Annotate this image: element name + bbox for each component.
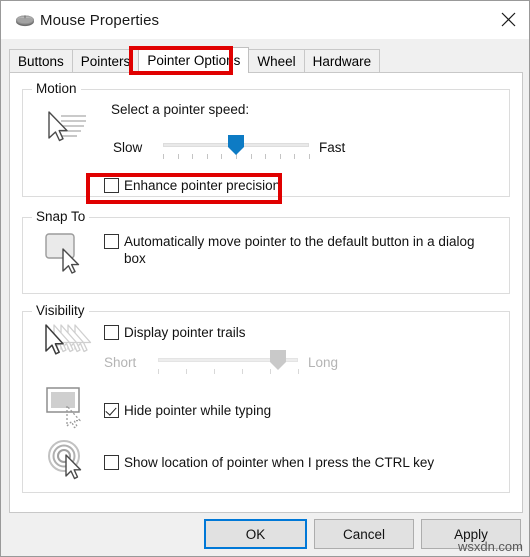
mouse-properties-dialog: Mouse Properties Buttons Pointers Pointe… [0, 0, 530, 557]
auto-move-pointer-row[interactable]: Automatically move pointer to the defaul… [104, 233, 484, 267]
show-location-of-pointer-row[interactable]: Show location of pointer when I press th… [104, 454, 434, 471]
motion-group-label: Motion [32, 81, 81, 96]
show-location-of-pointer-checkbox[interactable] [104, 455, 119, 470]
pointer-options-panel: Motion Select a pointer speed: Slow Fast… [9, 72, 523, 513]
ok-button[interactable]: OK [204, 519, 307, 549]
pointer-trails-icon [41, 322, 93, 367]
hide-pointer-while-typing-row[interactable]: Hide pointer while typing [104, 402, 271, 419]
speed-slider-max-label: Fast [319, 140, 346, 155]
tab-hardware[interactable]: Hardware [303, 49, 381, 73]
enhance-pointer-precision-checkbox[interactable] [104, 178, 119, 193]
enhance-pointer-precision-row[interactable]: Enhance pointer precision [104, 177, 280, 194]
pointer-speed-prompt: Select a pointer speed: [111, 102, 250, 117]
hide-pointer-while-typing-checkbox[interactable] [104, 403, 119, 418]
hide-pointer-while-typing-label: Hide pointer while typing [124, 403, 272, 418]
visibility-group-label: Visibility [32, 303, 89, 318]
trails-slider-thumb[interactable] [270, 350, 287, 370]
watermark: wsxdn.com [457, 539, 523, 554]
title-bar: Mouse Properties [1, 1, 529, 39]
tab-buttons[interactable]: Buttons [9, 49, 73, 73]
pointer-speed-icon [41, 108, 89, 151]
tab-strip: Buttons Pointers Pointer Options Wheel H… [9, 47, 381, 73]
tab-pointers[interactable]: Pointers [71, 49, 140, 73]
show-location-of-pointer-label: Show location of pointer when I press th… [124, 455, 435, 470]
trails-slider-max-label: Long [308, 355, 339, 370]
motion-group: Motion Select a pointer speed: Slow Fast… [22, 81, 510, 197]
auto-move-pointer-checkbox[interactable] [104, 234, 119, 249]
mouse-icon [14, 10, 36, 30]
display-pointer-trails-checkbox[interactable] [104, 325, 119, 340]
cancel-button[interactable]: Cancel [314, 519, 414, 549]
speed-slider-thumb[interactable] [228, 135, 244, 155]
trails-slider-min-label: Short [104, 355, 137, 370]
display-pointer-trails-label: Display pointer trails [124, 325, 246, 340]
display-pointer-trails-row[interactable]: Display pointer trails [104, 324, 246, 341]
tab-wheel[interactable]: Wheel [248, 49, 305, 73]
hide-pointer-icon [45, 386, 91, 435]
locate-pointer-icon [45, 438, 91, 487]
speed-slider-min-label: Slow [113, 140, 143, 155]
snap-to-group: Snap To Automatically move pointer to th… [22, 209, 510, 294]
enhance-pointer-precision-label: Enhance pointer precision [124, 178, 281, 193]
visibility-group: Visibility Display pointer trails Short … [22, 303, 510, 493]
tab-pointer-options[interactable]: Pointer Options [138, 47, 250, 73]
auto-move-pointer-label: Automatically move pointer to the defaul… [124, 234, 475, 266]
window-title: Mouse Properties [40, 11, 160, 29]
snap-to-group-label: Snap To [32, 209, 90, 224]
close-icon[interactable] [485, 1, 529, 38]
snap-to-button-icon [43, 231, 91, 280]
pointer-trails-slider[interactable] [158, 350, 299, 375]
pointer-speed-slider[interactable] [163, 135, 310, 160]
